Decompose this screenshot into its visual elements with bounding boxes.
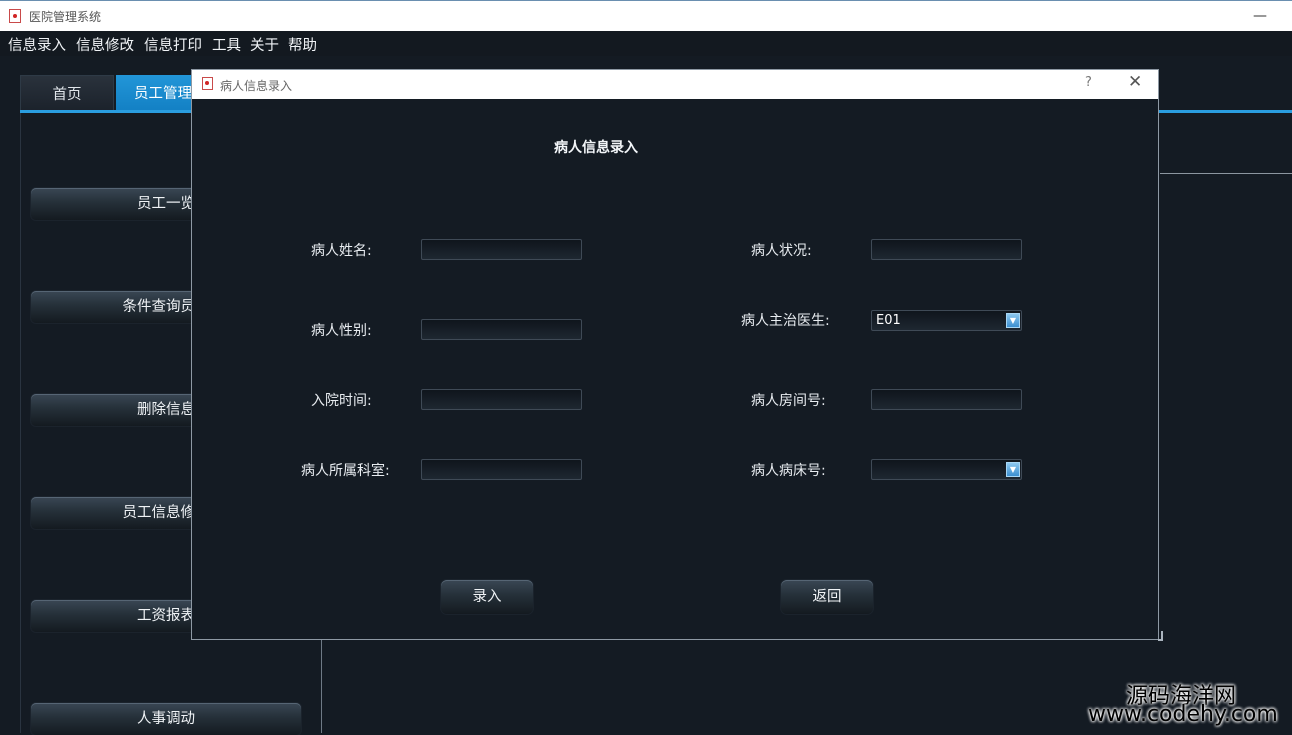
back-button[interactable]: 返回 (781, 580, 873, 614)
window-title: 医院管理系统 (29, 10, 102, 24)
patient-name-label: 病人姓名: (311, 243, 372, 259)
menu-info-print[interactable]: 信息打印 (144, 34, 202, 55)
hospital-app-icon (9, 9, 21, 23)
minimize-button[interactable]: — (1251, 5, 1269, 27)
bed-number-select[interactable]: ▼ (871, 459, 1022, 480)
menu-help[interactable]: 帮助 (288, 34, 317, 55)
help-button[interactable]: ? (1085, 75, 1092, 90)
resize-grip-icon[interactable] (1158, 631, 1163, 641)
watermark-url: www.codehy.com (1088, 702, 1278, 727)
admission-time-label: 入院时间: (311, 393, 372, 409)
chevron-down-icon[interactable]: ▼ (1006, 313, 1020, 328)
chevron-down-icon[interactable]: ▼ (1006, 462, 1020, 477)
attending-doctor-value: E01 (876, 313, 901, 328)
divider (321, 640, 322, 733)
patient-gender-input[interactable] (421, 319, 582, 340)
menu-info-modify[interactable]: 信息修改 (76, 34, 134, 55)
submit-button[interactable]: 录入 (441, 580, 533, 614)
patient-department-input[interactable] (421, 459, 582, 480)
patient-entry-dialog: 病人信息录入 ? ✕ 病人信息录入 病人姓名: 病人性别: 入院时间: 病人所属… (191, 69, 1159, 640)
divider (1160, 173, 1292, 174)
tab-staff-management[interactable]: 员工管理 (116, 75, 196, 111)
patient-name-input[interactable] (421, 239, 582, 260)
dialog-title: 病人信息录入 (220, 79, 293, 93)
menu-info-entry[interactable]: 信息录入 (8, 34, 66, 55)
patient-gender-label: 病人性别: (311, 323, 372, 339)
bed-number-label: 病人病床号: (751, 463, 826, 479)
menu-bar: 信息录入 信息修改 信息打印 工具 关于 帮助 (0, 31, 1292, 56)
personnel-transfer-button[interactable]: 人事调动 (31, 703, 301, 735)
patient-status-label: 病人状况: (751, 243, 812, 259)
close-button[interactable]: ✕ (1128, 72, 1142, 92)
form-heading: 病人信息录入 (554, 140, 638, 156)
attending-doctor-select[interactable]: E01 ▼ (871, 310, 1022, 331)
room-number-input[interactable] (871, 389, 1022, 410)
attending-doctor-label: 病人主治医生: (741, 313, 830, 329)
menu-about[interactable]: 关于 (250, 34, 279, 55)
patient-status-input[interactable] (871, 239, 1022, 260)
patient-department-label: 病人所属科室: (301, 463, 390, 479)
menu-tools[interactable]: 工具 (212, 34, 241, 55)
dialog-titlebar: 病人信息录入 ? ✕ (192, 70, 1158, 99)
room-number-label: 病人房间号: (751, 393, 826, 409)
tab-home[interactable]: 首页 (20, 75, 114, 111)
hospital-app-icon (202, 77, 213, 90)
window-titlebar: 医院管理系统 — (0, 0, 1292, 31)
admission-time-input[interactable] (421, 389, 582, 410)
